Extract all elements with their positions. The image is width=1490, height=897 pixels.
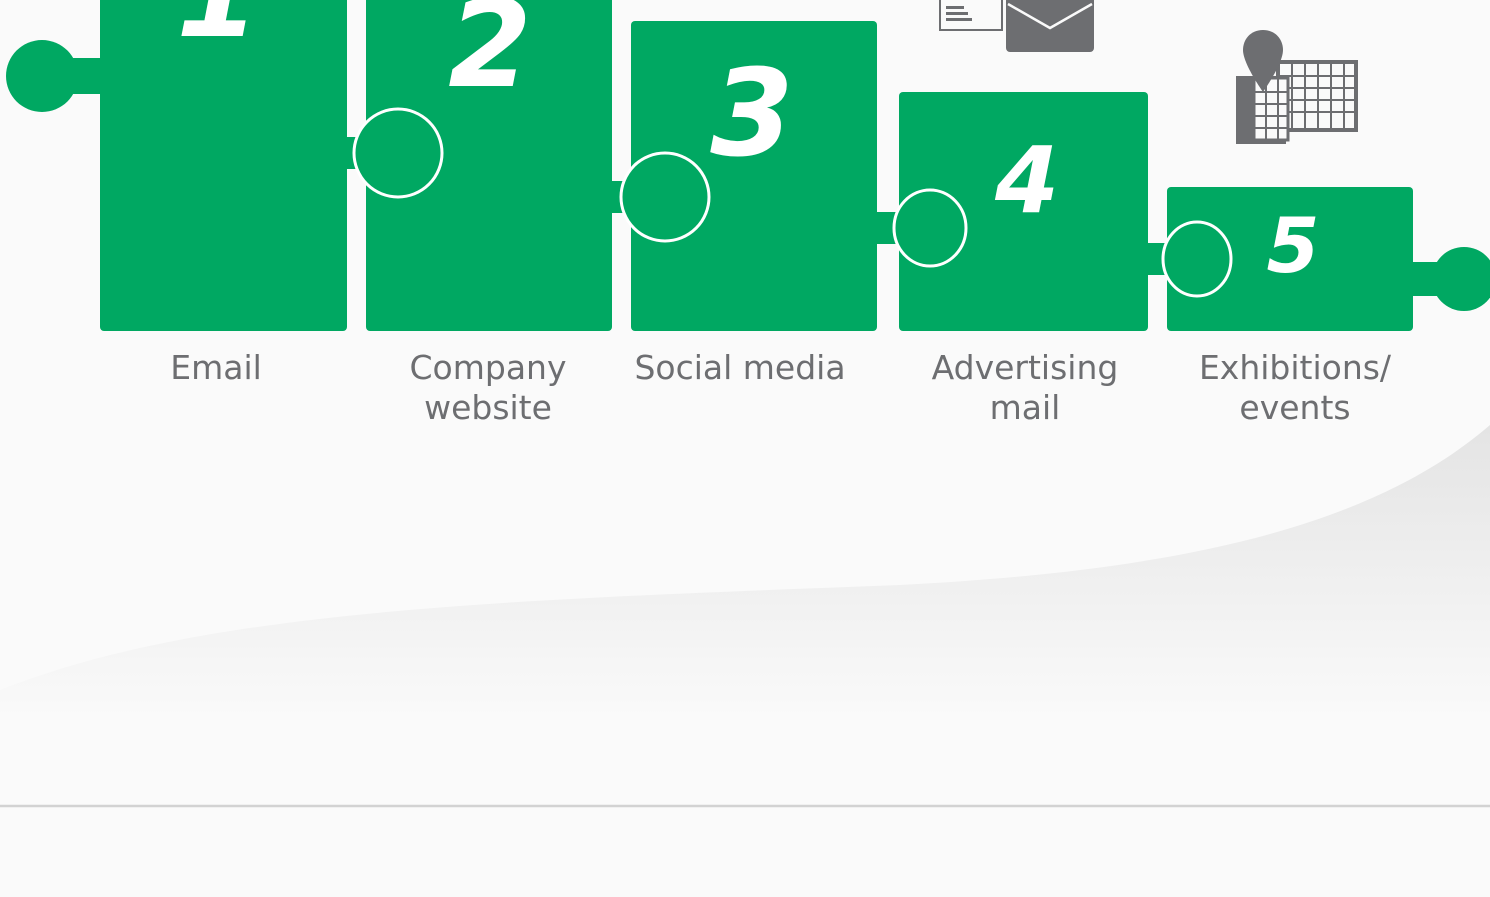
piece-5-label-line: Exhibitions/ xyxy=(1198,348,1392,387)
piece-5-label-line: events xyxy=(1239,388,1351,427)
piece-3-label-line: Social media xyxy=(634,348,846,387)
piece-3-label: Social media xyxy=(590,348,890,388)
puzzle-diagram: 1 2 3 4 5 xyxy=(0,0,1490,808)
piece-1-label: Email xyxy=(66,348,366,388)
mail-envelope-icon xyxy=(939,0,1094,52)
connector-knob-3 xyxy=(892,188,968,268)
piece-4-number: 4 xyxy=(994,127,1059,234)
piece-1-label-line: Email xyxy=(170,348,262,387)
background-swoosh xyxy=(0,425,1490,720)
map-pin-calendar-icon xyxy=(1236,30,1358,144)
piece-5-number: 5 xyxy=(1267,201,1320,290)
piece-4-label: Advertising mail xyxy=(875,348,1175,428)
connector-knob-2 xyxy=(619,151,711,243)
connector-knob-1 xyxy=(352,107,444,199)
piece-2-number: 2 xyxy=(448,0,532,115)
piece-4-label-line: Advertising xyxy=(931,348,1119,387)
connector-knob-4 xyxy=(1161,220,1233,298)
piece-1-number: 1 xyxy=(176,0,260,65)
piece-4-label-line: mail xyxy=(989,388,1061,427)
piece-3-number: 3 xyxy=(710,45,794,184)
piece-2-label-line: website xyxy=(424,388,552,427)
piece-5-label: Exhibitions/events xyxy=(1145,348,1445,428)
